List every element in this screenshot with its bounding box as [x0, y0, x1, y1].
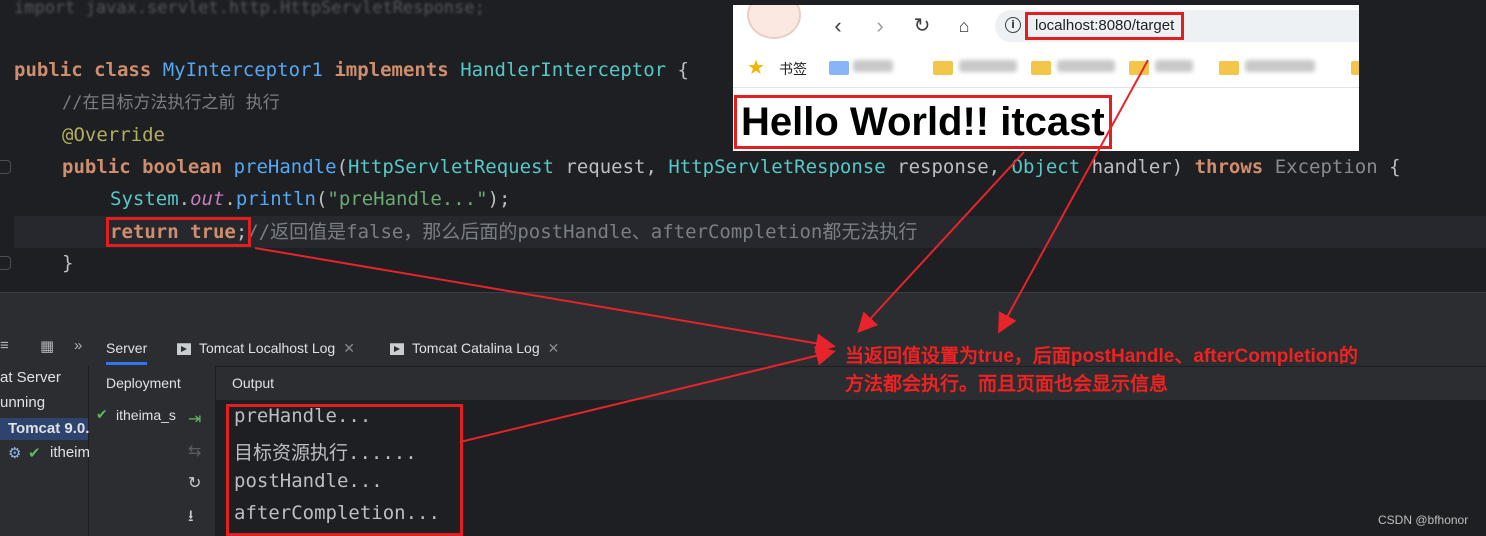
method-name: preHandle	[233, 156, 337, 178]
param-name: request	[565, 156, 646, 178]
comment-line: //在目标方法执行之前 执行	[62, 93, 280, 113]
return-statement-highlight: return true;	[105, 217, 252, 247]
param-name: handler	[1091, 156, 1172, 178]
bookmarks-bar: ★ 书签	[733, 49, 1359, 88]
deployment-item[interactable]: itheima_s	[116, 407, 176, 423]
tree-item-tomcat[interactable]: Tomcat 9.0.	[0, 418, 89, 440]
save-output-icon[interactable]: ⭳	[188, 505, 194, 532]
close-icon[interactable]: ✕	[343, 340, 355, 356]
check-icon: ✔	[96, 406, 108, 422]
semicolon: ;	[235, 221, 248, 243]
brace: {	[1389, 156, 1401, 178]
field-ref: out	[190, 188, 225, 210]
address-bar[interactable]: i localhost:8080/target	[995, 10, 1359, 42]
console-icon	[390, 343, 404, 356]
method-call: println	[235, 188, 316, 210]
string-literal: "preHandle..."	[327, 188, 488, 210]
annotation-line: 当返回值设置为true，后面postHandle、afterCompletion…	[845, 346, 1359, 367]
services-tree: at Server unning Tomcat 9.0. ⚙ ✔ itheim	[0, 366, 90, 536]
return-comment: //返回值是false，那么后面的postHandle、afterComplet…	[247, 221, 918, 243]
blurred-bookmark[interactable]	[1057, 60, 1115, 72]
blurred-bookmark[interactable]	[1245, 60, 1315, 72]
keyword: public boolean	[62, 156, 223, 178]
import-line: import javax.servlet.http.HttpServletRes…	[14, 0, 485, 18]
undeploy-icon[interactable]: ⇆	[188, 441, 201, 461]
return-statement: return true	[110, 221, 236, 243]
tree-item-running[interactable]: unning	[0, 394, 45, 411]
param-type: Object	[1011, 156, 1081, 178]
folder-icon[interactable]	[829, 61, 849, 75]
folder-icon[interactable]	[1129, 61, 1149, 75]
keyword: throws	[1194, 156, 1264, 178]
annotation-line: 方法都会执行。而且页面也会显示信息	[845, 374, 1169, 395]
url-text[interactable]: localhost:8080/target	[1024, 12, 1185, 40]
output-highlight-box	[226, 404, 463, 536]
page-heading: Hello World!! itcast	[734, 95, 1112, 149]
blurred-bookmark[interactable]	[1155, 60, 1193, 72]
refresh-icon[interactable]: ↻	[188, 473, 201, 493]
close-icon[interactable]: ✕	[548, 340, 560, 356]
param-type: HttpServletRequest	[348, 156, 554, 178]
browser-toolbar: ‹ › ↻ ⌂ i localhost:8080/target	[733, 5, 1359, 49]
return-line: return true;//返回值是false，那么后面的postHandle、…	[14, 216, 1486, 248]
star-icon[interactable]: ★	[747, 55, 765, 80]
check-icon: ✔	[28, 445, 41, 462]
tab-tomcat-localhost-log[interactable]: Tomcat Localhost Log ✕	[177, 331, 355, 365]
profile-avatar-icon[interactable]	[747, 5, 801, 39]
keyword: public class	[14, 59, 152, 81]
folder-icon[interactable]	[1351, 61, 1359, 75]
tab-label: Tomcat Catalina Log	[412, 340, 540, 356]
deploy-arrow-icon[interactable]: ⇥	[188, 409, 201, 429]
class-declaration-line: public class MyInterceptor1 implements H…	[14, 54, 689, 86]
tree-item-artifact[interactable]: itheim	[50, 444, 90, 461]
blurred-bookmark[interactable]	[959, 60, 1017, 72]
deploy-icon: ⚙	[8, 445, 22, 462]
method-signature-line: public boolean preHandle(HttpServletRequ…	[62, 156, 1401, 178]
console-icon	[177, 343, 191, 356]
exception-type: Exception	[1274, 156, 1378, 178]
folder-icon[interactable]	[1031, 61, 1051, 75]
brace: {	[677, 59, 689, 81]
tree-item-server[interactable]: at Server	[0, 369, 61, 386]
deployment-header: Deployment	[106, 375, 181, 391]
filter-icon[interactable]: ≡	[0, 337, 9, 354]
browser-window: ‹ › ↻ ⌂ i localhost:8080/target ★ 书签 Hel…	[733, 5, 1359, 151]
reload-icon[interactable]: ↻	[909, 13, 935, 39]
println-line: System.out.println("preHandle...");	[110, 188, 511, 210]
back-arrow-icon[interactable]: ‹	[825, 13, 851, 39]
watermark: CSDN @bfhonor	[1378, 513, 1469, 527]
folder-icon[interactable]	[933, 61, 953, 75]
home-icon[interactable]: ⌂	[951, 13, 977, 39]
tab-label: Tomcat Localhost Log	[199, 340, 336, 356]
bookmarks-label[interactable]: 书签	[779, 59, 807, 79]
param-type: HttpServletResponse	[668, 156, 886, 178]
annotation-note: 当返回值设置为true，后面postHandle、afterCompletion…	[845, 343, 1358, 399]
blurred-bookmark[interactable]	[853, 60, 893, 72]
forward-arrow-icon[interactable]: ›	[867, 13, 893, 39]
param-name: response	[897, 156, 989, 178]
fold-marker[interactable]	[0, 256, 11, 270]
tool-window-header	[0, 292, 1486, 329]
override-annotation: @Override	[62, 124, 165, 146]
site-info-icon[interactable]: i	[1005, 17, 1021, 33]
class-name: MyInterceptor1	[162, 59, 323, 81]
fold-marker[interactable]	[0, 160, 11, 174]
tab-tomcat-catalina-log[interactable]: Tomcat Catalina Log ✕	[390, 331, 559, 365]
closing-brace: }	[62, 252, 74, 274]
output-header: Output	[232, 375, 275, 391]
interface-name: HandlerInterceptor	[460, 59, 667, 81]
more-icon[interactable]: »	[74, 337, 82, 354]
folder-icon[interactable]	[1219, 61, 1239, 75]
group-icon[interactable]: ▦	[40, 337, 54, 355]
class-ref: System	[110, 188, 179, 210]
tab-label: Server	[106, 340, 148, 356]
keyword: implements	[334, 59, 449, 81]
tab-server[interactable]: Server	[106, 331, 148, 365]
